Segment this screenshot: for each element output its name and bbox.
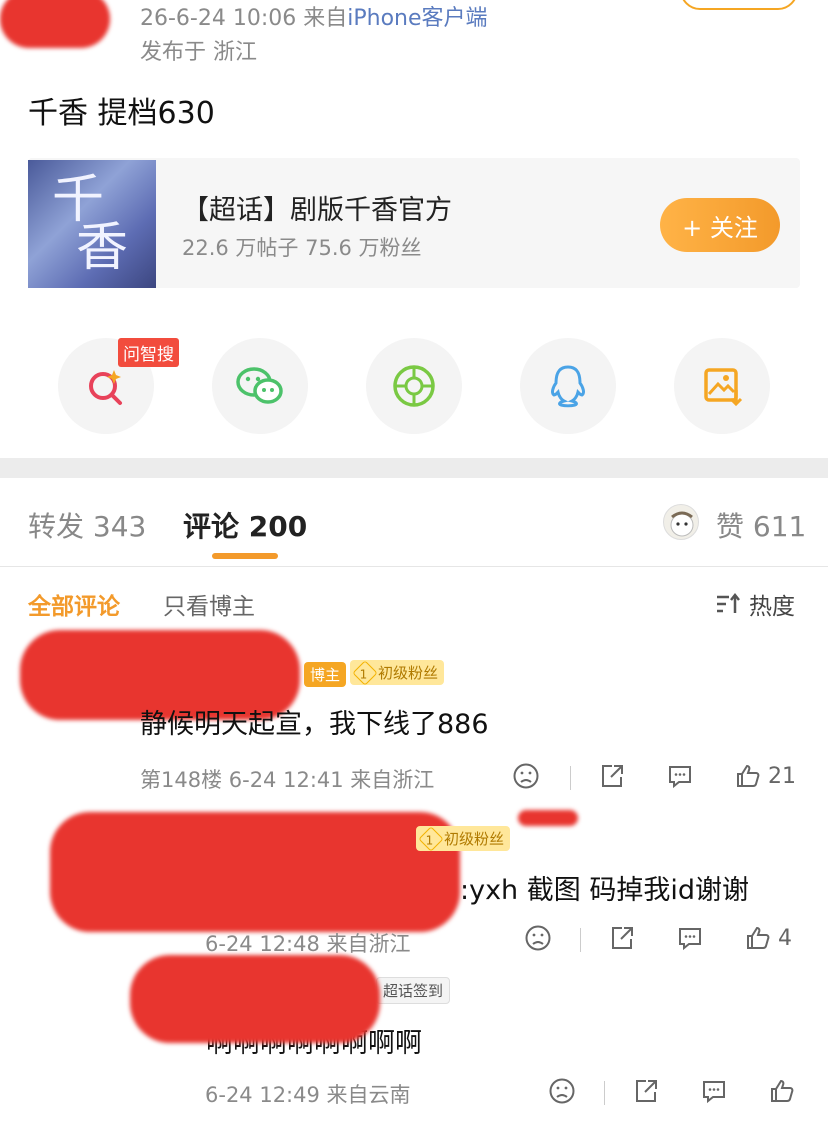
like-avatar xyxy=(663,504,699,540)
sad-face-icon xyxy=(513,763,539,789)
search-ai-icon xyxy=(89,370,122,405)
topic-checkin-tag: 超话签到 xyxy=(376,977,451,1004)
comment-item: 博主 1 初级粉丝 静候明天起宣，我下线了886 第148楼 6-24 12:4… xyxy=(0,620,828,805)
thumbs-up-icon xyxy=(771,1079,794,1102)
like-button[interactable]: 21 xyxy=(734,762,796,790)
sort-label: 热度 xyxy=(749,594,795,620)
qq-icon xyxy=(551,365,585,408)
comment-icon xyxy=(679,928,701,951)
like-count: 21 xyxy=(768,763,796,789)
tab-active-indicator xyxy=(212,553,278,559)
sort-icon xyxy=(717,592,740,613)
topic-title: 【超话】剧版千香官方 xyxy=(182,195,452,226)
reply-button[interactable] xyxy=(666,762,694,790)
thumbs-up-icon xyxy=(747,926,770,949)
share-moments[interactable] xyxy=(366,338,462,434)
share-icon xyxy=(636,1080,657,1102)
like-count: 4 xyxy=(778,925,792,951)
comment-icon xyxy=(703,1081,725,1104)
section-divider xyxy=(0,458,828,478)
ai-search-badge: 问智搜 xyxy=(118,338,179,367)
dislike-button[interactable] xyxy=(548,1077,576,1105)
post-source-link[interactable]: iPhone客户端 xyxy=(347,6,487,31)
fan-level-label: 初级粉丝 xyxy=(378,664,439,682)
fan-level-number: 1 xyxy=(425,832,434,847)
comment-meta: 第148楼 6-24 12:41 来自浙江 xyxy=(140,768,435,792)
share-wechat[interactable] xyxy=(212,338,308,434)
reply-button[interactable] xyxy=(676,924,704,952)
blogger-tag: 博主 xyxy=(304,662,347,687)
fan-level-tag: 1 初级粉丝 xyxy=(350,659,445,686)
action-separator xyxy=(580,928,581,952)
like-button[interactable]: 4 xyxy=(744,924,792,952)
comment-icon xyxy=(669,766,691,789)
topic-stats: 22.6 万帖子 75.6 万粉丝 xyxy=(182,236,422,260)
comment-meta: 6-24 12:49 来自云南 xyxy=(205,1083,411,1107)
post-time: 26-6-24 10:06 来自 xyxy=(140,6,348,31)
post-time-source: 26-6-24 10:06 来自iPhone客户端 xyxy=(140,0,488,32)
comment-item: 1 初级粉丝 :yxh 截图 码掉我id谢谢 6-24 12:48 来自浙江 4 xyxy=(0,800,828,960)
sad-face-icon xyxy=(525,925,551,951)
tab-comment-label: 评论 xyxy=(183,510,240,543)
tab-like-label: 赞 xyxy=(716,510,745,543)
tab-like[interactable]: 赞 611 xyxy=(716,505,806,545)
reply-button[interactable] xyxy=(700,1077,728,1105)
thumbs-up-icon xyxy=(737,764,760,787)
header-follow-button[interactable] xyxy=(680,0,798,10)
moments-icon xyxy=(393,365,435,407)
share-icon xyxy=(602,765,623,787)
tab-repost-count: 343 xyxy=(92,510,147,543)
comment-meta: 6-24 12:48 来自浙江 xyxy=(205,932,411,956)
topic-follow-button[interactable]: + 关注 xyxy=(660,198,780,252)
topic-card[interactable]: 千 香 【超话】剧版千香官方 22.6 万帖子 75.6 万粉丝 + 关注 xyxy=(28,158,800,288)
sad-face-icon xyxy=(549,1078,575,1104)
wechat-icon xyxy=(236,367,283,404)
tab-repost-label: 转发 xyxy=(28,510,85,543)
share-comment-button[interactable] xyxy=(632,1077,660,1105)
tab-like-count: 611 xyxy=(752,510,807,543)
share-qq[interactable] xyxy=(520,338,616,434)
filter-all-comments[interactable]: 全部评论 xyxy=(28,587,120,621)
tabs-divider xyxy=(0,566,828,567)
comment-item: 超话签到 啊啊啊啊啊啊啊啊 6-24 12:49 来自云南 xyxy=(0,955,828,1125)
action-separator xyxy=(604,1081,605,1105)
topic-cover-image: 千 香 xyxy=(28,160,156,288)
dislike-button[interactable] xyxy=(524,924,552,952)
comment-text: 静候明天起宣，我下线了886 xyxy=(140,709,489,740)
cover-char-2: 香 xyxy=(76,218,129,278)
sort-by-hot[interactable]: 热度 xyxy=(715,587,795,621)
redacted-user xyxy=(130,955,380,1043)
share-save-image[interactable] xyxy=(674,338,770,434)
redacted-avatar xyxy=(0,0,110,48)
action-separator xyxy=(570,766,571,790)
share-comment-button[interactable] xyxy=(608,924,636,952)
fan-level-tag: 1 初级粉丝 xyxy=(416,825,511,852)
share-icon xyxy=(612,927,633,949)
tab-comment-count: 200 xyxy=(248,510,308,543)
post-location: 发布于 浙江 xyxy=(140,40,257,65)
save-image-icon xyxy=(704,368,743,407)
tab-repost[interactable]: 转发 343 xyxy=(28,505,146,545)
tab-comment[interactable]: 评论 200 xyxy=(183,505,307,545)
filter-blogger-only[interactable]: 只看博主 xyxy=(163,587,255,621)
redacted-mark xyxy=(518,810,578,826)
fan-level-label: 初级粉丝 xyxy=(444,830,505,848)
redacted-user xyxy=(50,812,460,932)
like-button[interactable] xyxy=(768,1077,802,1105)
post-text: 千香 提档630 xyxy=(28,96,215,131)
dislike-button[interactable] xyxy=(512,762,540,790)
fan-level-number: 1 xyxy=(359,666,368,681)
comment-text: :yxh 截图 码掉我id谢谢 xyxy=(460,875,749,906)
share-comment-button[interactable] xyxy=(598,762,626,790)
